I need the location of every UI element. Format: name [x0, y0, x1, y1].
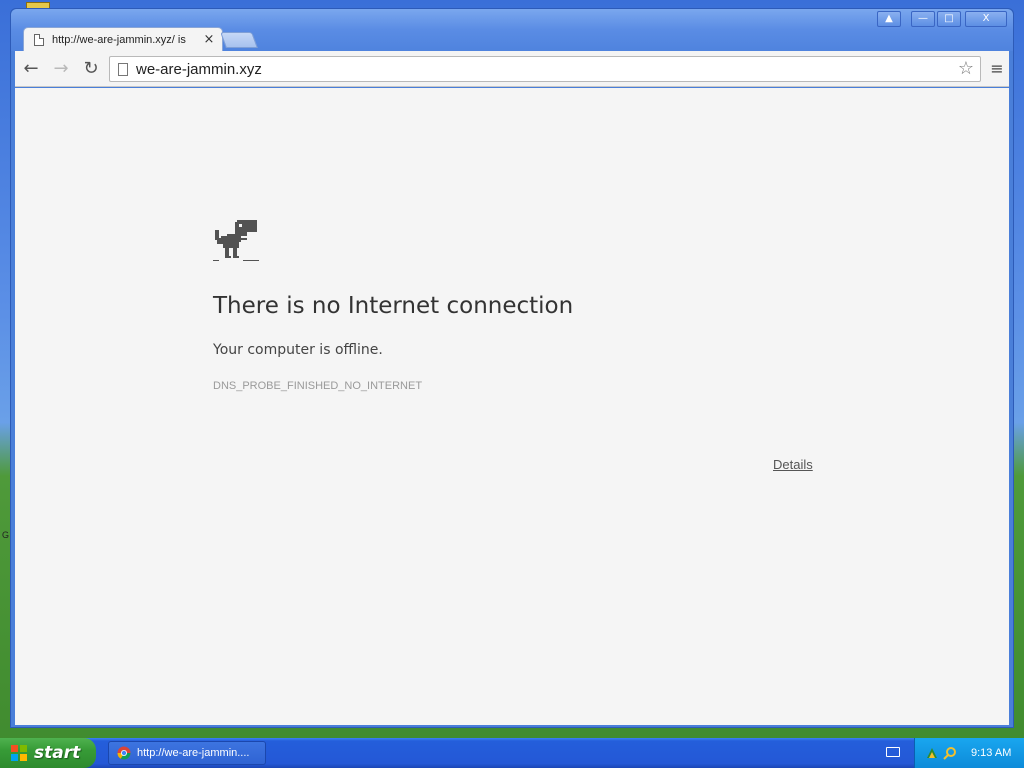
window-controls: ▲ — □ X [877, 11, 1007, 27]
error-code: DNS_PROBE_FINISHED_NO_INTERNET [213, 380, 423, 392]
tab-close-icon[interactable]: × [202, 32, 216, 47]
system-tray: 9:13 AM [914, 738, 1024, 768]
tab-active[interactable]: http://we-are-jammin.xyz/ is × [23, 27, 223, 51]
user-profile-button[interactable]: ▲ [877, 11, 901, 27]
back-button[interactable]: ← [19, 57, 43, 81]
tab-title: http://we-are-jammin.xyz/ is [52, 33, 186, 46]
title-bar: http://we-are-jammin.xyz/ is × ▲ — □ X [11, 9, 1013, 51]
error-subtext: Your computer is offline. [213, 342, 383, 358]
menu-icon[interactable]: ≡ [989, 59, 1005, 79]
taskbar: start http://we-are-jammin.... 9:13 AM [0, 738, 1024, 768]
network-icon[interactable] [925, 746, 939, 760]
search-icon[interactable] [943, 746, 957, 760]
chrome-icon [117, 746, 131, 760]
forward-button[interactable]: → [49, 57, 73, 81]
page-icon [34, 33, 44, 46]
details-link[interactable]: Details [773, 457, 813, 472]
keyboard-icon[interactable] [886, 747, 900, 757]
address-url[interactable]: we-are-jammin.xyz [136, 61, 262, 78]
start-button[interactable]: start [0, 738, 96, 768]
desktop-edge-text: G [2, 530, 10, 540]
minimize-button[interactable]: — [911, 11, 935, 27]
browser-window: http://we-are-jammin.xyz/ is × ▲ — □ X ←… [10, 8, 1014, 728]
taskbar-item-label: http://we-are-jammin.... [137, 747, 250, 759]
taskbar-item-browser[interactable]: http://we-are-jammin.... [108, 741, 266, 765]
star-icon[interactable]: ☆ [958, 58, 974, 79]
start-label: start [34, 743, 81, 763]
new-tab-button[interactable] [220, 32, 258, 48]
dino-icon [213, 220, 259, 261]
maximize-button[interactable]: □ [937, 11, 961, 27]
page-content: There is no Internet connection Your com… [15, 88, 1009, 725]
clock: 9:13 AM [971, 747, 1012, 759]
windows-flag-icon [11, 745, 27, 761]
address-bar[interactable]: we-are-jammin.xyz ☆ [109, 56, 981, 82]
page-icon [118, 62, 128, 76]
close-window-button[interactable]: X [965, 11, 1007, 27]
error-heading: There is no Internet connection [213, 293, 574, 319]
browser-toolbar: ← → ↻ we-are-jammin.xyz ☆ ≡ [15, 51, 1009, 87]
reload-button[interactable]: ↻ [79, 57, 103, 81]
